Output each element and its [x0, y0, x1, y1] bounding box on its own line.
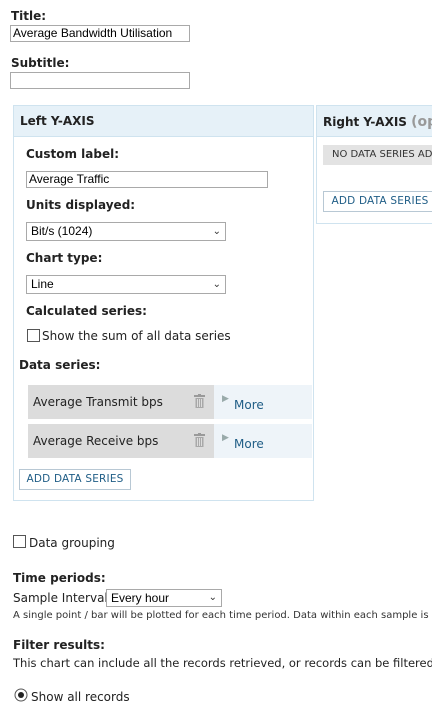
- chevron-right-icon[interactable]: ▶: [222, 433, 229, 443]
- series-more-link[interactable]: More: [234, 398, 264, 412]
- filter-results-description: This chart can include all the records r…: [13, 656, 432, 670]
- trash-icon[interactable]: [194, 433, 205, 447]
- chart-type-select[interactable]: Line ⌄: [26, 275, 226, 294]
- right-axis-heading-text: Right Y-AXIS: [323, 115, 407, 129]
- chevron-down-icon: ⌄: [212, 226, 221, 237]
- units-label: Units displayed:: [26, 198, 136, 212]
- right-axis-heading: Right Y-AXIS (opt: [323, 114, 432, 130]
- left-axis-heading: Left Y-AXIS: [20, 114, 95, 128]
- custom-label-input[interactable]: Average Traffic: [26, 171, 268, 188]
- right-axis-empty-message: NO DATA SERIES ADD: [323, 145, 432, 165]
- units-select[interactable]: Bit/s (1024) ⌄: [26, 222, 226, 241]
- title-input[interactable]: Average Bandwidth Utilisation: [10, 25, 190, 42]
- data-grouping-label: Data grouping: [29, 536, 115, 550]
- title-label: Title:: [11, 9, 47, 23]
- right-axis-heading-suffix: (opt: [411, 114, 432, 130]
- show-all-records-label: Show all records: [31, 690, 130, 704]
- series-name: Average Receive bps: [33, 434, 159, 448]
- series-more-link[interactable]: More: [234, 437, 264, 451]
- series-name-cell: Average Transmit bps: [28, 385, 214, 419]
- data-series-row: Average Receive bps ▶ More: [28, 424, 312, 458]
- chart-type-label: Chart type:: [26, 251, 103, 265]
- sum-series-checkbox-label: Show the sum of all data series: [42, 329, 231, 343]
- subtitle-input[interactable]: [10, 72, 190, 89]
- data-grouping-checkbox[interactable]: [13, 535, 26, 548]
- custom-label-label: Custom label:: [26, 147, 120, 161]
- left-axis-panel-header: Left Y-AXIS: [14, 106, 313, 137]
- sum-series-checkbox[interactable]: [27, 329, 40, 342]
- sample-interval-label: Sample Interval:: [13, 591, 112, 605]
- calculated-series-label: Calculated series:: [26, 304, 147, 318]
- sample-interval-value: Every hour: [111, 591, 170, 605]
- series-name: Average Transmit bps: [33, 395, 163, 409]
- show-all-records-radio[interactable]: [14, 688, 28, 702]
- series-name-cell: Average Receive bps: [28, 424, 214, 458]
- chevron-down-icon: ⌄: [212, 279, 221, 290]
- subtitle-label: Subtitle:: [11, 56, 70, 70]
- filter-results-heading: Filter results:: [13, 638, 105, 652]
- units-select-value: Bit/s (1024): [31, 224, 93, 238]
- trash-icon[interactable]: [194, 394, 205, 408]
- chevron-down-icon: ⌄: [208, 592, 217, 603]
- right-axis-panel-header: Right Y-AXIS (opt: [317, 106, 432, 137]
- sample-interval-select[interactable]: Every hour ⌄: [106, 589, 222, 607]
- data-series-row: Average Transmit bps ▶ More: [28, 385, 312, 419]
- chevron-right-icon[interactable]: ▶: [222, 394, 229, 404]
- chart-type-select-value: Line: [31, 277, 54, 291]
- add-data-series-button[interactable]: ADD DATA SERIES: [19, 469, 131, 490]
- time-periods-note: A single point / bar will be plotted for…: [13, 610, 432, 621]
- data-series-label: Data series:: [19, 358, 101, 372]
- right-add-data-series-button[interactable]: ADD DATA SERIES: [323, 191, 432, 212]
- time-periods-heading: Time periods:: [13, 571, 106, 585]
